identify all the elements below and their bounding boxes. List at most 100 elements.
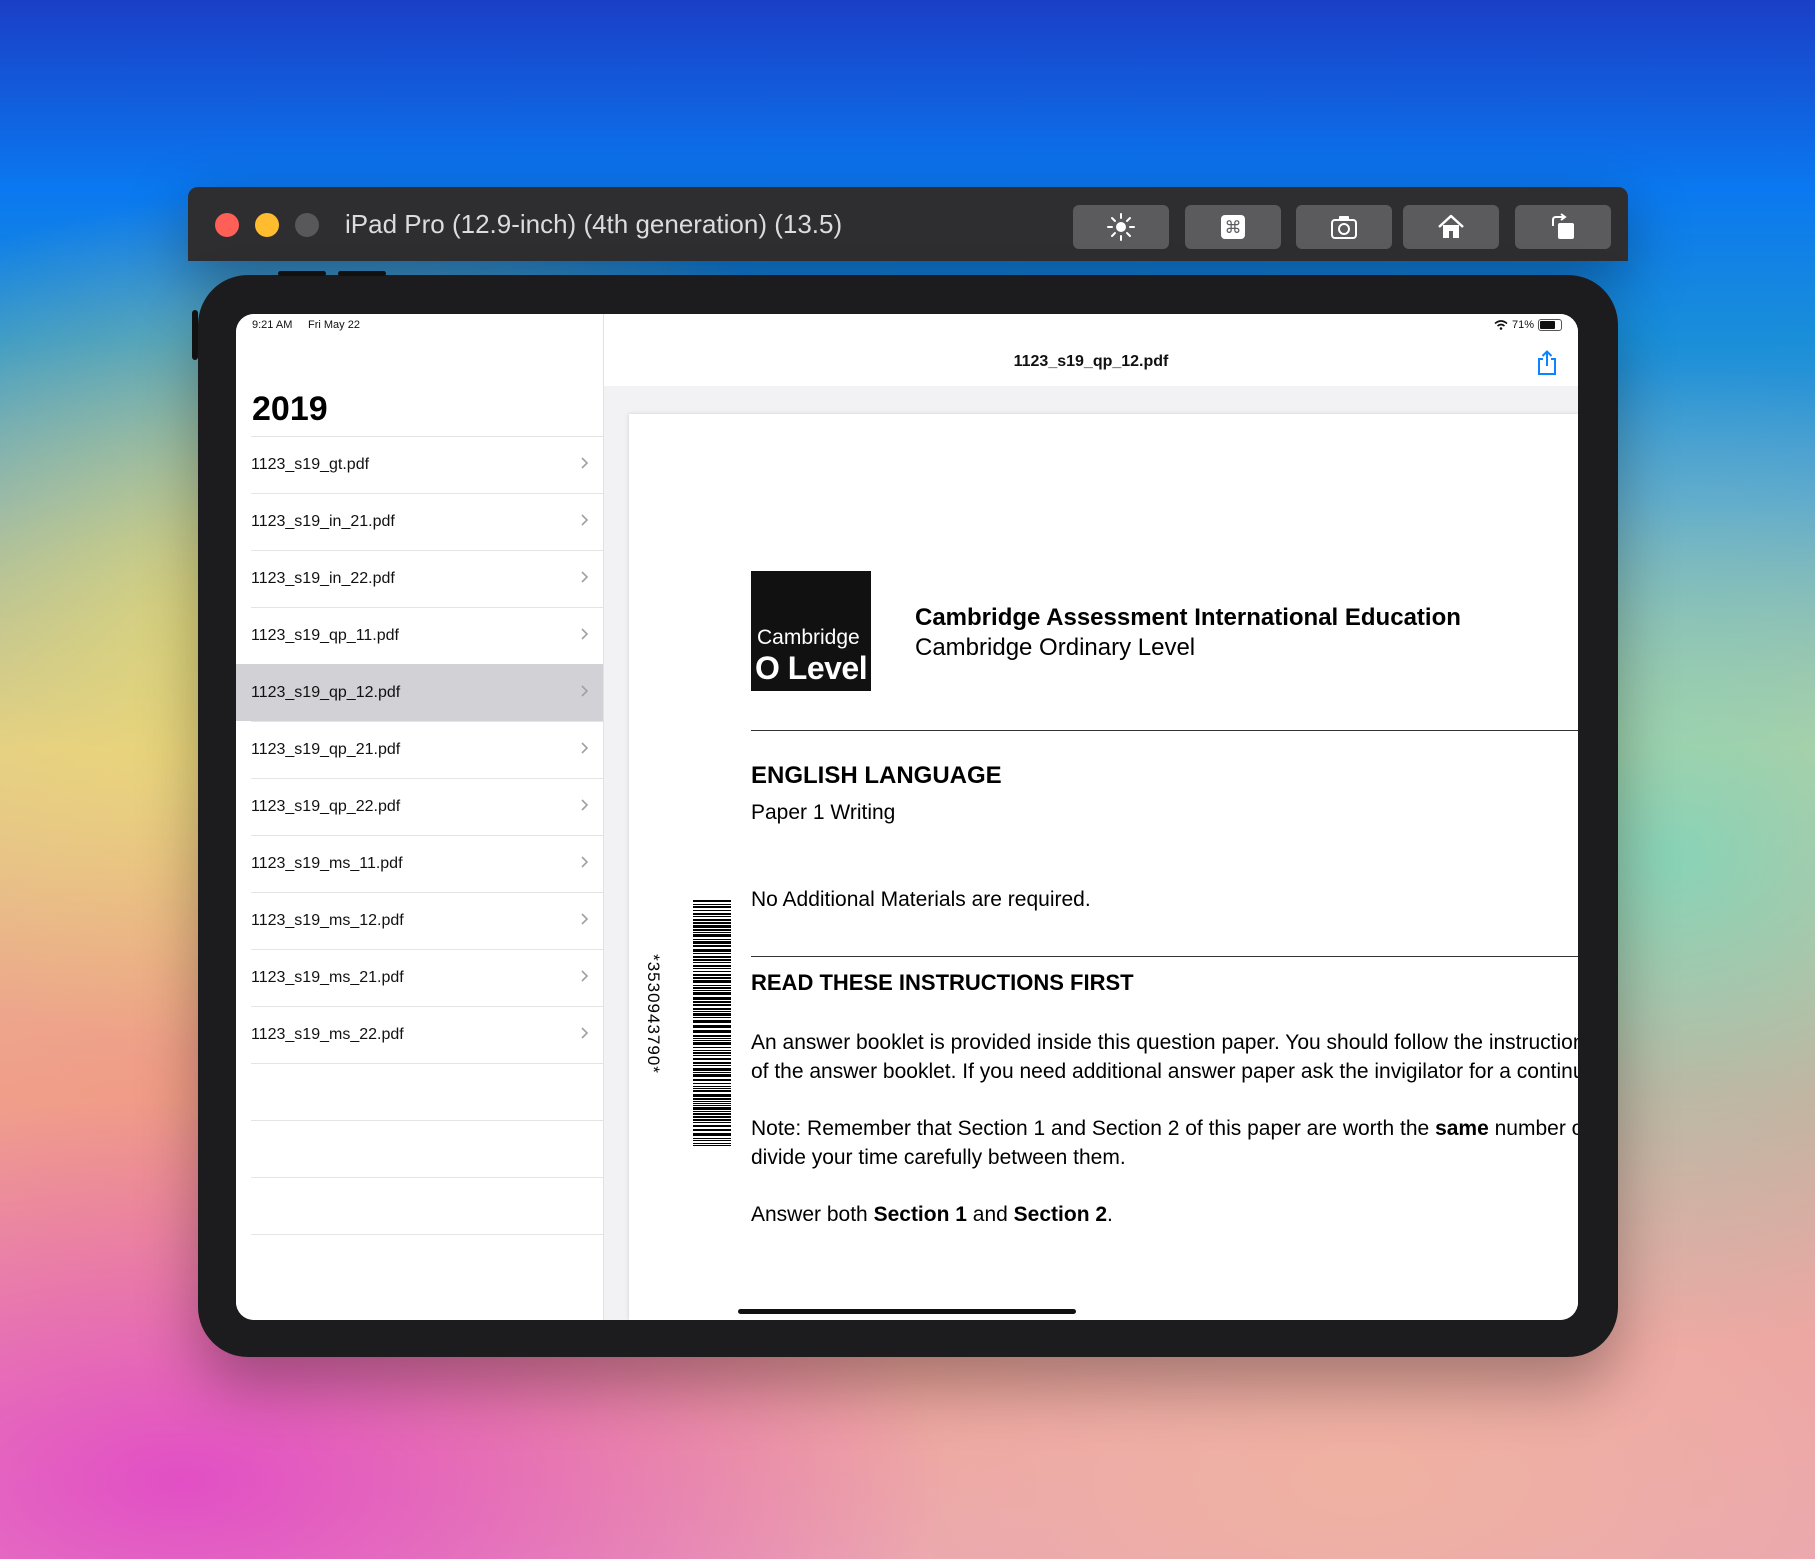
document-title: 1123_s19_qp_12.pdf [1013, 353, 1169, 370]
barcode-bar [693, 1013, 731, 1016]
simulator-window: iPad Pro (12.9-inch) (4th generation) (1… [188, 187, 1628, 1357]
file-label: 1123_s19_qp_12.pdf [251, 684, 401, 701]
status-time: 9:21 AM [252, 319, 293, 331]
status-date: Fri May 22 [308, 319, 360, 331]
file-row[interactable]: 1123_s19_qp_12.pdf [236, 664, 603, 721]
barcode-bar [693, 1111, 731, 1112]
barcode-bar [693, 945, 731, 947]
subject-heading: ENGLISH LANGUAGE [751, 762, 1002, 789]
home-icon [1438, 214, 1464, 238]
battery-icon [1538, 319, 1562, 331]
logo-line2: O Level [755, 650, 868, 686]
barcode-bar [693, 968, 731, 969]
paper-title: Paper 1 Writing [751, 801, 896, 824]
zoom-button[interactable] [295, 213, 319, 237]
file-label: 1123_s19_gt.pdf [251, 456, 370, 473]
barcode-bar [693, 1058, 731, 1060]
barcode-bar [693, 904, 731, 905]
barcode-bar [693, 1079, 731, 1081]
barcode-bar [693, 1143, 731, 1144]
volume-button [192, 310, 198, 360]
barcode-bar [693, 906, 731, 908]
pdf-page[interactable]: Cambridge O Level Cambridge Assessment I… [629, 414, 1578, 1320]
detail-pane: 1123_s19_qp_12.pdf Cambridge O Level Cam… [604, 314, 1578, 1320]
barcode-bar [693, 971, 731, 972]
command-icon: ⌘ [1221, 215, 1245, 239]
file-row[interactable]: 1123_s19_in_22.pdf [251, 550, 603, 607]
file-row[interactable]: 1123_s19_ms_12.pdf [251, 892, 603, 949]
barcode-bar [693, 1125, 731, 1127]
answer-line: Answer both Section 1 and Section 2. [751, 1200, 1113, 1229]
section-2-label: Section 2 [1013, 1203, 1108, 1226]
barcode-bar [693, 1052, 731, 1054]
barcode-bar [693, 1083, 731, 1084]
file-list: 1123_s19_gt.pdf 1123_s19_in_21.pdf 1123_s1… [236, 436, 603, 1291]
barcode-bar [693, 1129, 731, 1131]
brightness-button[interactable] [1073, 205, 1169, 249]
barcode-bar [693, 910, 731, 911]
file-label: 1123_s19_ms_11.pdf [251, 855, 403, 872]
file-row[interactable]: 1123_s19_in_21.pdf [251, 493, 603, 550]
barcode [693, 900, 731, 1146]
barcode-bar [693, 913, 731, 915]
file-row[interactable]: 1123_s19_qp_11.pdf [251, 607, 603, 664]
file-row[interactable]: 1123_s19_ms_21.pdf [251, 949, 603, 1006]
status-right: 71% [1494, 319, 1562, 331]
window-titlebar[interactable]: iPad Pro (12.9-inch) (4th generation) (1… [188, 187, 1628, 261]
instructions-heading: READ THESE INSTRUCTIONS FIRST [751, 970, 1134, 995]
file-label: 1123_s19_in_21.pdf [251, 513, 395, 530]
empty-row [251, 1177, 603, 1234]
file-row[interactable]: 1123_s19_ms_22.pdf [251, 1006, 603, 1063]
rotate-button[interactable] [1515, 205, 1611, 249]
barcode-bar [693, 1050, 731, 1051]
close-button[interactable] [215, 213, 239, 237]
home-button[interactable] [1403, 205, 1499, 249]
barcode-bar [693, 1101, 731, 1102]
share-icon[interactable] [1536, 350, 1558, 376]
divider [751, 730, 1578, 731]
note-text: Note: Remember that Section 1 and Sectio… [751, 1117, 1436, 1140]
barcode-bar [693, 1055, 731, 1056]
chevron-right-icon [581, 799, 589, 811]
svg-text:⌘: ⌘ [1225, 218, 1242, 238]
barcode-bar [693, 1011, 731, 1012]
file-label: 1123_s19_qp_22.pdf [251, 798, 401, 815]
sidebar-title: 2019 [252, 390, 328, 428]
barcode-bar [693, 919, 731, 921]
barcode-bar [693, 932, 731, 933]
org-subtitle: Cambridge Ordinary Level [915, 634, 1196, 661]
barcode-bar [693, 925, 731, 928]
file-row[interactable]: 1123_s19_qp_21.pdf [251, 721, 603, 778]
barcode-bar [693, 922, 731, 924]
minimize-button[interactable] [255, 213, 279, 237]
barcode-bar [693, 900, 731, 902]
barcode-bar [693, 953, 731, 954]
file-row[interactable]: 1123_s19_ms_11.pdf [251, 835, 603, 892]
logo-line1: Cambridge [757, 626, 860, 649]
barcode-bar [693, 934, 731, 937]
chevron-right-icon [581, 1027, 589, 1039]
org-name: Cambridge Assessment International Educa… [915, 604, 1461, 631]
empty-row [251, 1063, 603, 1120]
barcode-bar [693, 985, 731, 986]
note-emphasis: same [1435, 1117, 1489, 1140]
ipad-screen: 2019 1123_s19_gt.pdf 1123_s19_in_21.pdf 11… [236, 314, 1578, 1320]
barcode-bar [693, 1001, 731, 1003]
chevron-right-icon [581, 913, 589, 925]
barcode-bar [693, 980, 731, 983]
screenshot-button[interactable] [1296, 205, 1392, 249]
barcode-bar [693, 1116, 731, 1118]
barcode-bar [693, 939, 731, 940]
barcode-bar [693, 1008, 731, 1010]
top-button [278, 271, 326, 276]
file-row[interactable]: 1123_s19_gt.pdf [251, 436, 603, 493]
barcode-bar [693, 997, 731, 1000]
file-label: 1123_s19_ms_12.pdf [251, 912, 404, 929]
barcode-bar [693, 1113, 731, 1115]
file-row[interactable]: 1123_s19_qp_22.pdf [251, 778, 603, 835]
barcode-bar [693, 987, 731, 989]
home-indicator[interactable] [738, 1309, 1076, 1314]
answer-text: . [1107, 1203, 1113, 1226]
command-button[interactable]: ⌘ [1185, 205, 1281, 249]
barcode-bar [693, 929, 731, 931]
